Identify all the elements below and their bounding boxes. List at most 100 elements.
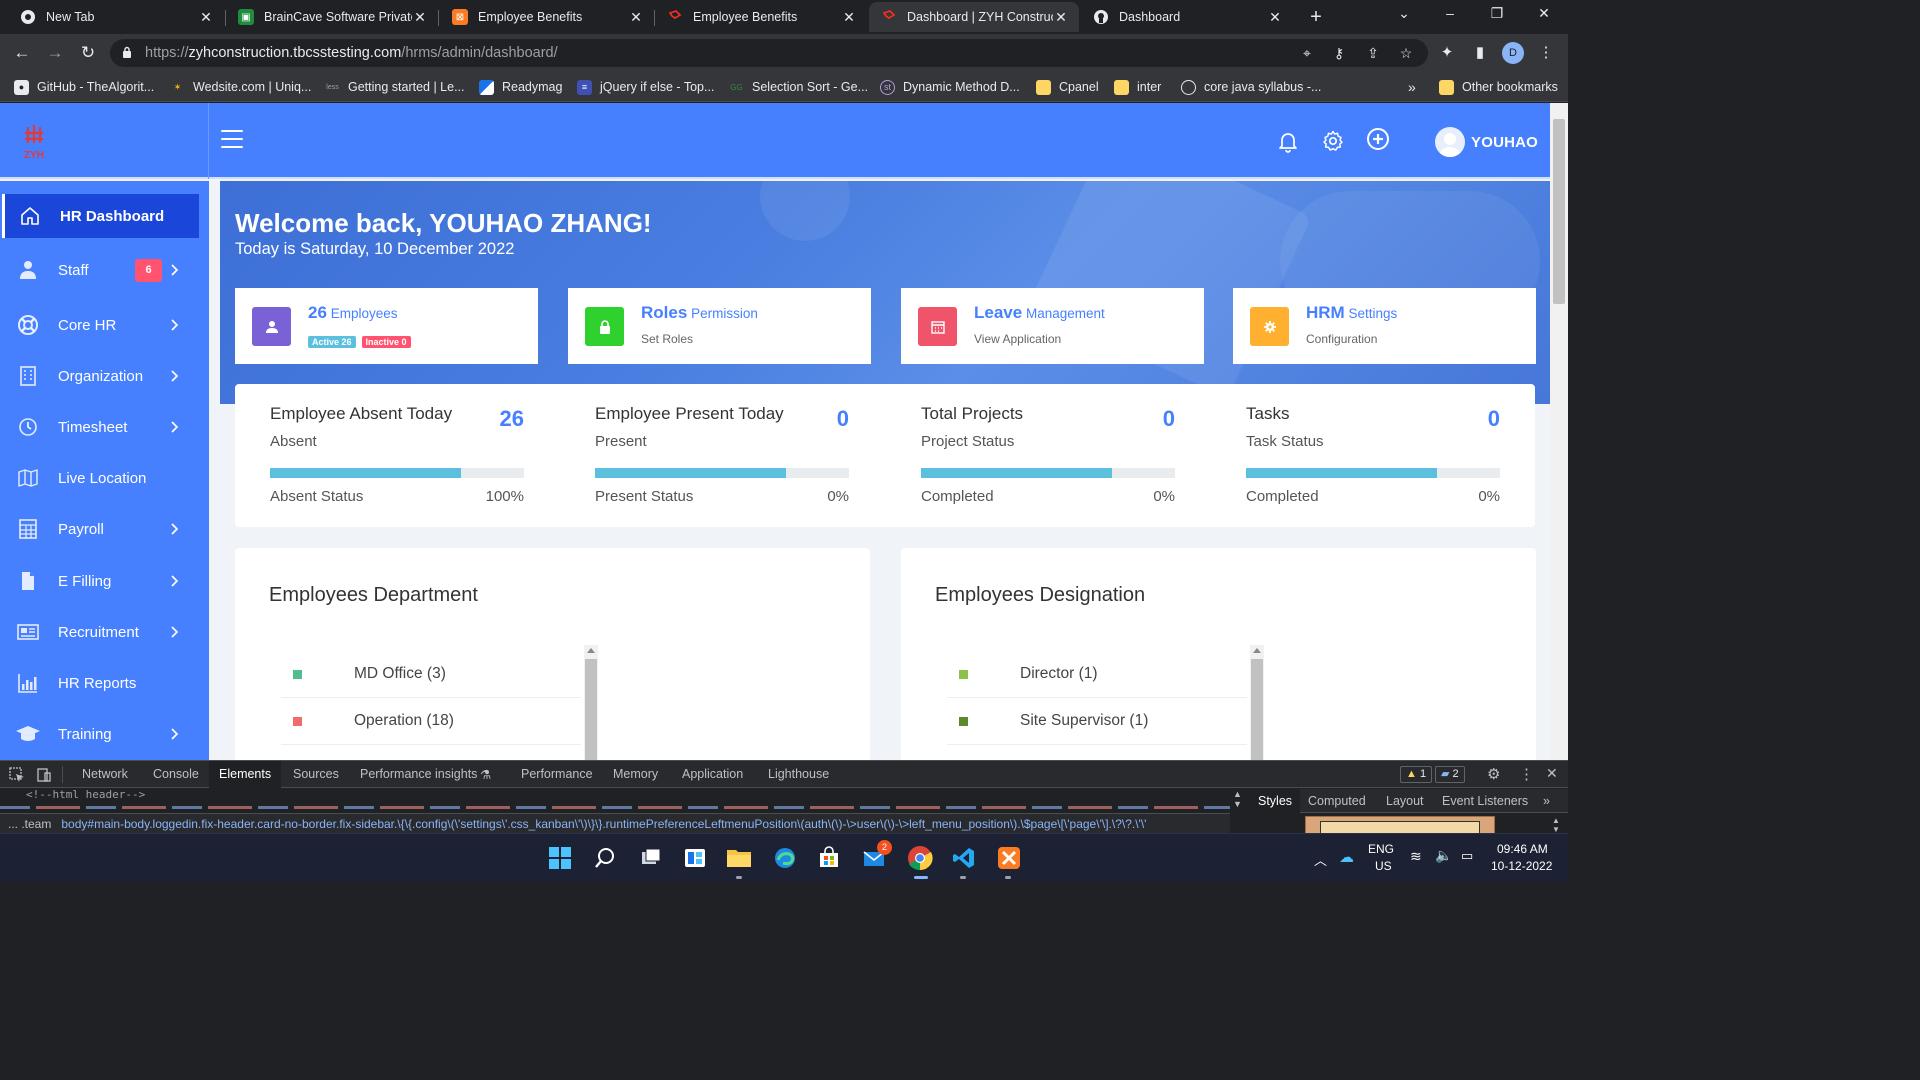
scroll-thumb[interactable] <box>585 659 597 760</box>
company-logo[interactable]: ZYH <box>18 123 50 161</box>
bookmark-item[interactable]: Cpanel <box>1036 78 1099 96</box>
sidebar-item-timesheet[interactable]: Timesheet <box>0 405 209 449</box>
xampp-icon[interactable] <box>995 844 1023 872</box>
sidebar-item-organization[interactable]: Organization <box>0 354 209 398</box>
list-item[interactable]: Site Supervisor (1) <box>947 698 1247 745</box>
devtools-tab-performance[interactable]: Performance <box>521 767 593 781</box>
list-item[interactable]: MD Office (3) <box>281 651 581 698</box>
inspect-element-icon[interactable] <box>9 767 25 783</box>
list-item[interactable]: Director (1) <box>947 651 1247 698</box>
tab-search-icon[interactable]: ⌄ <box>1392 5 1416 22</box>
roles-card[interactable]: Roles Permission Set Roles <box>568 288 871 364</box>
store-icon[interactable] <box>815 844 843 872</box>
mail-icon[interactable]: 2 <box>860 840 892 872</box>
profile-avatar[interactable]: D <box>1502 42 1524 64</box>
address-bar[interactable]: https://zyhconstruction.tbcsstesting.com… <box>110 39 1428 67</box>
devtools-tab-memory[interactable]: Memory <box>613 767 658 781</box>
list-scrollbar[interactable] <box>1250 645 1264 760</box>
devtools-tab-network[interactable]: Network <box>82 767 128 781</box>
pane-scroll-icon[interactable]: ▲ ▼ <box>1552 816 1564 834</box>
devtools-close-icon[interactable]: ✕ <box>1546 765 1558 782</box>
leave-card[interactable]: Leave Management View Application <box>901 288 1204 364</box>
sidebar-item-e-filling[interactable]: E Filling <box>0 559 209 603</box>
bookmark-item[interactable]: ● GitHub - TheAlgorit... <box>14 78 154 96</box>
scroll-up-icon[interactable] <box>587 648 595 653</box>
bell-icon[interactable] <box>1276 129 1300 153</box>
browser-tab[interactable]: ⊠ Employee Benefits ✕ <box>440 2 654 32</box>
tab-layout[interactable]: Layout <box>1386 794 1424 808</box>
list-scrollbar[interactable] <box>584 645 598 760</box>
gear-icon[interactable] <box>1321 129 1345 153</box>
bookmark-item[interactable]: GG Selection Sort - Ge... <box>729 78 868 96</box>
menu-toggle-icon[interactable] <box>221 130 243 148</box>
bookmark-item[interactable]: Readymag <box>479 78 562 96</box>
sidebar-item-training[interactable]: Training <box>0 712 209 756</box>
page-scrollbar[interactable] <box>1550 103 1568 760</box>
edge-icon[interactable] <box>771 844 799 872</box>
dom-breadcrumb[interactable]: ... .team body#main-body.loggedin.fix-he… <box>0 813 1230 834</box>
minimize-icon[interactable]: – <box>1438 5 1462 21</box>
maximize-icon[interactable]: ❐ <box>1485 5 1509 22</box>
clock-time[interactable]: 09:46 AM <box>1497 842 1548 856</box>
other-bookmarks-folder[interactable]: Other bookmarks <box>1439 78 1558 96</box>
widgets-icon[interactable] <box>681 844 709 872</box>
scroll-thumb[interactable] <box>1251 659 1263 760</box>
sidebar-item-hr-dashboard[interactable]: HR Dashboard <box>2 194 199 238</box>
lock-icon[interactable] <box>122 46 132 58</box>
input-region[interactable]: US <box>1375 859 1392 873</box>
bookmark-item[interactable]: ✶ Wedsite.com | Uniq... <box>170 78 312 96</box>
bookmark-star-icon[interactable]: ☆ <box>1397 45 1415 61</box>
user-menu[interactable]: YOUHAO <box>1435 127 1538 157</box>
file-explorer-icon[interactable] <box>725 844 753 872</box>
more-bookmarks-button[interactable]: » <box>1408 78 1416 96</box>
chrome-icon[interactable] <box>906 844 934 872</box>
back-icon[interactable]: ← <box>11 42 33 64</box>
sidebar-item-recruitment[interactable]: Recruitment <box>0 610 209 654</box>
devtools-tab-elements[interactable]: Elements <box>209 761 282 788</box>
dom-tree-selected-line[interactable] <box>0 804 1230 810</box>
devtools-tab-sources[interactable]: Sources <box>293 767 339 781</box>
input-language[interactable]: ENG <box>1368 842 1394 856</box>
vscode-icon[interactable] <box>950 844 978 872</box>
scroll-thumb[interactable] <box>1553 119 1565 304</box>
devtools-menu-icon[interactable]: ⋮ <box>1519 765 1534 783</box>
wifi-icon[interactable]: ≋ <box>1410 848 1422 865</box>
battery-icon[interactable]: ▭ <box>1461 848 1473 864</box>
forward-icon[interactable]: → <box>44 42 66 64</box>
tray-overflow-icon[interactable]: ︿ <box>1314 850 1327 869</box>
scroll-up-icon[interactable] <box>1253 648 1261 653</box>
sidebar-item-payroll[interactable]: Payroll <box>0 507 209 551</box>
scroll-arrows-icon[interactable]: ▲ ▼ <box>1233 789 1245 809</box>
add-circle-icon[interactable] <box>1366 127 1390 151</box>
devtools-settings-icon[interactable]: ⚙ <box>1487 765 1500 783</box>
location-blocked-icon[interactable]: ⌖ <box>1298 45 1316 61</box>
close-icon[interactable]: ✕ <box>198 9 214 26</box>
tab-event-listeners[interactable]: Event Listeners <box>1442 794 1528 808</box>
devtools-tab-console[interactable]: Console <box>153 767 199 781</box>
hrm-settings-card[interactable]: HRM Settings Configuration <box>1233 288 1536 364</box>
search-icon[interactable] <box>591 844 619 872</box>
bookmark-item[interactable]: st Dynamic Method D... <box>880 78 1020 96</box>
browser-tab-active[interactable]: Dashboard | ZYH Construct ✕ <box>869 2 1079 32</box>
bookmark-item[interactable]: less Getting started | Le... <box>325 78 464 96</box>
volume-icon[interactable]: 🔈 <box>1435 847 1452 864</box>
task-view-icon[interactable] <box>637 844 665 872</box>
sidebar-item-live-location[interactable]: Live Location <box>0 456 209 500</box>
browser-tab[interactable]: New Tab ✕ <box>8 2 224 32</box>
employees-card[interactable]: 26 Employees Active 26 Inactive 0 <box>235 288 538 364</box>
key-icon[interactable]: ⚷ <box>1330 45 1348 61</box>
devtools-tab-application[interactable]: Application <box>682 767 743 781</box>
bookmark-item[interactable]: core java syllabus -... <box>1181 78 1321 96</box>
window-close-icon[interactable]: ✕ <box>1532 5 1556 22</box>
reload-icon[interactable]: ↻ <box>77 42 99 64</box>
bookmark-item[interactable]: ≡ jQuery if else - Top... <box>577 78 714 96</box>
devtools-tab-performance-insights[interactable]: Performance insights <box>360 767 477 781</box>
sidepanel-icon[interactable]: ▮ <box>1470 43 1490 63</box>
more-tabs-button[interactable]: » <box>1543 794 1550 808</box>
close-icon[interactable]: ✕ <box>412 9 428 26</box>
sidebar-item-staff[interactable]: Staff 6 <box>0 248 209 292</box>
sidebar-item-core-hr[interactable]: Core HR <box>0 303 209 347</box>
close-icon[interactable]: ✕ <box>1267 9 1283 26</box>
extensions-icon[interactable]: ✦ <box>1437 43 1457 63</box>
tab-styles[interactable]: Styles <box>1250 789 1301 813</box>
